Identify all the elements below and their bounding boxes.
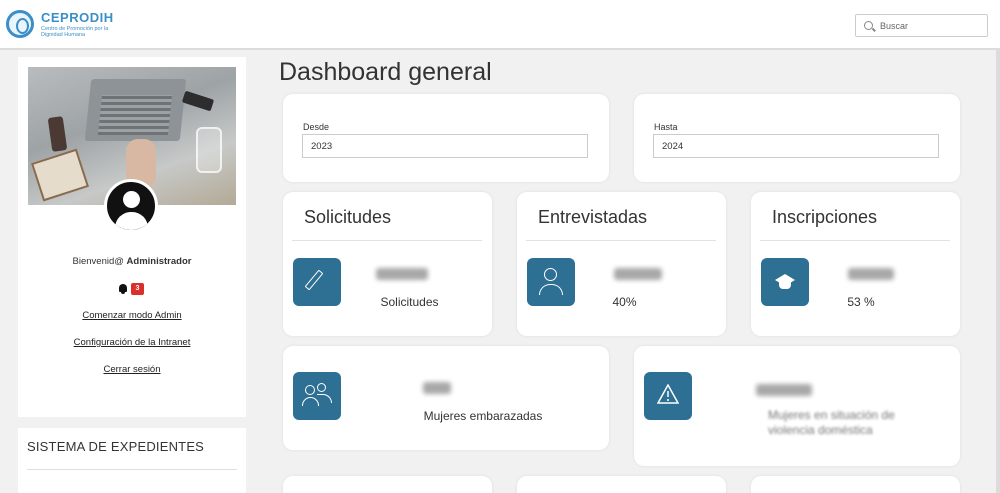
to-label: Hasta: [654, 122, 678, 132]
stat-card-partial[interactable]: [751, 476, 960, 493]
top-navbar: CEPRODIH Centro de Promoción por la Dign…: [0, 0, 1000, 50]
ceprodih-logo-icon[interactable]: [6, 10, 34, 38]
admin-mode-link[interactable]: Comenzar modo Admin: [18, 310, 246, 321]
search-box[interactable]: [855, 14, 988, 37]
embarazadas-subtitle: Mujeres embarazadas: [423, 409, 543, 423]
search-input[interactable]: [880, 17, 980, 34]
search-icon: [864, 21, 873, 30]
graduation-cap-icon: [761, 258, 809, 306]
solicitudes-card[interactable]: Solicitudes Solicitudes: [283, 192, 492, 336]
welcome-text: Bienvenid@ Administrador: [18, 256, 246, 267]
profile-card: Bienvenid@ Administrador 3 Comenzar modo…: [18, 57, 246, 417]
inscripciones-percent: 53 %: [847, 295, 875, 309]
entrevistadas-count-redacted: [614, 268, 662, 280]
solicitudes-subtitle: Solicitudes: [380, 295, 439, 309]
entrevistadas-card[interactable]: Entrevistadas 40%: [517, 192, 726, 336]
intranet-settings-link[interactable]: Configuración de la Intranet: [18, 337, 246, 348]
embarazadas-count-redacted: [423, 382, 451, 394]
bell-icon[interactable]: [119, 284, 127, 294]
solicitudes-count-redacted: [376, 268, 428, 280]
from-label: Desde: [303, 122, 330, 132]
expedientes-card: SISTEMA DE EXPEDIENTES: [18, 428, 246, 493]
logout-link[interactable]: Cerrar sesión: [18, 364, 246, 375]
avatar[interactable]: [104, 179, 158, 233]
divider: [27, 469, 237, 470]
scrollbar[interactable]: [996, 50, 1000, 493]
welcome-prefix: Bienvenid@: [72, 256, 124, 267]
violencia-count-redacted: [756, 384, 812, 396]
notifications[interactable]: 3: [119, 283, 147, 296]
inscripciones-count-redacted: [848, 268, 894, 280]
inscripciones-card[interactable]: Inscripciones 53 %: [751, 192, 960, 336]
brand-name: CEPRODIH: [41, 10, 114, 25]
from-date-card: Desde: [283, 94, 609, 182]
stat-card-partial[interactable]: [517, 476, 726, 493]
entrevistadas-title: Entrevistadas: [538, 207, 648, 227]
notification-badge[interactable]: 3: [131, 283, 144, 295]
person-icon: [527, 258, 575, 306]
entrevistadas-percent: 40%: [612, 295, 637, 309]
embarazadas-card[interactable]: Mujeres embarazadas: [283, 346, 609, 450]
solicitudes-title: Solicitudes: [304, 207, 392, 227]
violencia-card[interactable]: Mujeres en situación de violencia domést…: [634, 346, 960, 466]
brand-tagline: Centro de Promoción por la Dignidad Huma…: [41, 26, 109, 38]
users-icon: [293, 372, 341, 420]
to-input[interactable]: [653, 134, 939, 158]
warning-icon: [644, 372, 692, 420]
divider: [292, 240, 482, 241]
inscripciones-title: Inscripciones: [772, 207, 878, 227]
to-date-card: Hasta: [634, 94, 960, 182]
from-input[interactable]: [302, 134, 588, 158]
divider: [760, 240, 950, 241]
pencil-icon: [293, 258, 341, 306]
user-name: Administrador: [126, 256, 192, 267]
violencia-subtitle: Mujeres en situación de violencia domést…: [768, 408, 895, 437]
page-title: Dashboard general: [279, 58, 492, 86]
expedientes-title: SISTEMA DE EXPEDIENTES: [27, 439, 205, 454]
divider: [526, 240, 716, 241]
stat-card-partial[interactable]: [283, 476, 492, 493]
